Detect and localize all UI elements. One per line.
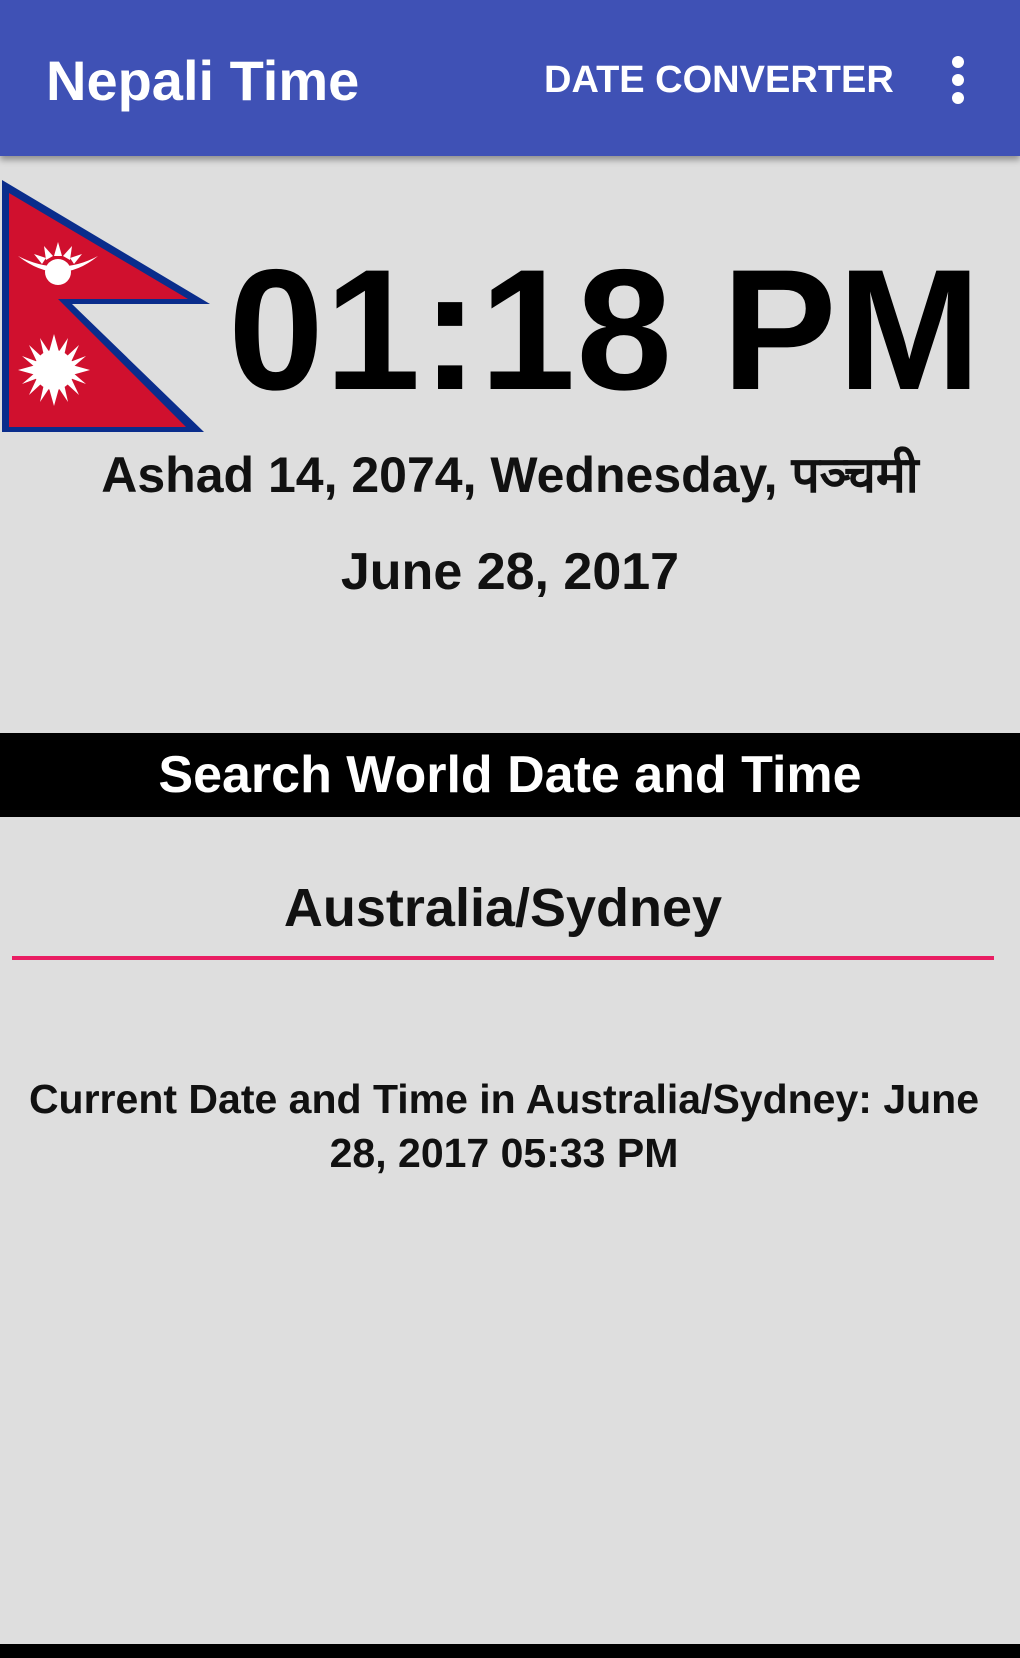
nepali-date: Ashad 14, 2074, Wednesday, पञ्चमी [101, 447, 919, 503]
app-screen: Nepali Time DATE CONVERTER 01:18 PM Asha… [0, 0, 1020, 1658]
current-time: 01:18 PM [228, 234, 982, 426]
search-underline [12, 956, 994, 960]
world-time-result: Current Date and Time in Australia/Sydne… [28, 1076, 980, 1176]
timezone-search-input[interactable] [12, 860, 994, 956]
search-field [12, 860, 994, 960]
nepal-flag-icon [2, 180, 210, 432]
bottom-edge [0, 1644, 1020, 1658]
app-bar: Nepali Time DATE CONVERTER [0, 0, 1020, 156]
more-vert-icon[interactable] [932, 44, 984, 116]
english-date: June 28, 2017 [340, 543, 680, 601]
date-converter-button[interactable]: DATE CONVERTER [530, 48, 908, 112]
search-section-header: Search World Date and Time [0, 733, 1020, 817]
app-title: Nepali Time [46, 49, 360, 112]
